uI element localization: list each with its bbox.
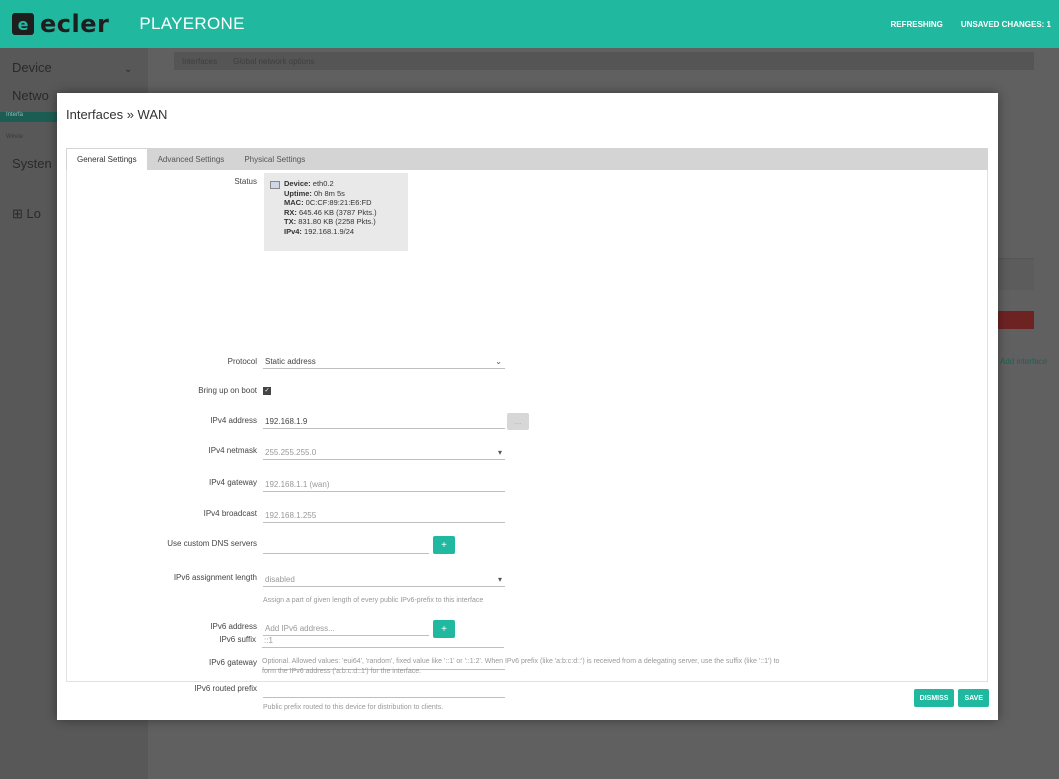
chevron-down-icon: ▾ (497, 448, 502, 457)
ethernet-port-icon (270, 181, 280, 189)
bg-panel (998, 258, 1034, 290)
ipv6-assign-value: disabled (265, 575, 295, 584)
chevron-down-icon: ⌄ (124, 64, 133, 75)
status-mac-value: 0C:CF:89:21:E6:FD (305, 198, 372, 207)
status-label: Status (234, 177, 257, 186)
ipv6-prefix-hint: Public prefix routed to this device for … (263, 704, 444, 711)
tab-physical-settings[interactable]: Physical Settings (234, 148, 315, 170)
ipv6-assign-select[interactable]: disabled ▾ (263, 573, 505, 587)
dns-input[interactable] (263, 540, 429, 554)
sidebar-item-network[interactable]: Netwo (12, 88, 49, 103)
status-mac-key: MAC: (284, 198, 304, 207)
logo-text: ecler (40, 10, 110, 38)
ipv6-prefix-label: IPv6 routed prefix (194, 684, 257, 693)
status-ipv4-value: 192.168.1.9/24 (304, 226, 355, 236)
interface-modal: Interfaces » WAN General Settings Advanc… (57, 93, 998, 720)
logout-icon: ⊞ (12, 206, 27, 221)
top-status: REFRESHING UNSAVED CHANGES: 1 (890, 20, 1051, 29)
bg-delete-button[interactable] (998, 311, 1034, 329)
modal-title: Interfaces » WAN (66, 107, 168, 122)
status-tx-value: 831.80 KB (2258 Pkts.) (298, 217, 376, 226)
tab-advanced-settings[interactable]: Advanced Settings (148, 148, 235, 170)
unsaved-changes-link[interactable]: UNSAVED CHANGES: 1 (961, 20, 1051, 29)
tab-general-settings[interactable]: General Settings (66, 148, 148, 170)
sidebar-item-device[interactable]: Device (12, 60, 52, 75)
status-details: Device: eth0.2 Uptime: 0h 8m 5s MAC: 0C:… (284, 179, 377, 236)
ipv4-address-input[interactable]: 192.168.1.9 (263, 415, 505, 429)
ipv6-suffix-input[interactable]: ::1 (262, 634, 504, 648)
refreshing-indicator[interactable]: REFRESHING (890, 20, 942, 29)
product-name: PLAYERONE (139, 14, 245, 33)
modal-footer: DISMISS SAVE (913, 689, 989, 707)
protocol-value: Static address (265, 357, 316, 366)
protocol-select[interactable]: Static address ⌄ (263, 355, 505, 369)
protocol-label: Protocol (227, 357, 257, 366)
ipv6-assign-hint: Assign a part of given length of every p… (263, 597, 484, 604)
status-ipv4-key: IPv4: (284, 226, 302, 236)
boot-label: Bring up on boot (198, 386, 257, 395)
modal-tabs: General Settings Advanced Settings Physi… (66, 148, 988, 170)
ipv6-suffix-hint-2: form the IPv6 address ('a:b:c:d::1') for… (262, 668, 422, 675)
bg-tab-global[interactable]: Global network options (233, 57, 314, 66)
ipv4-netmask-label: IPv4 netmask (208, 446, 257, 455)
status-rx-value: 645.46 KB (3787 Pkts.) (299, 207, 377, 217)
add-dns-button[interactable]: + (433, 536, 455, 554)
logo-mark-icon: e (12, 13, 34, 35)
ipv4-netmask-value: 255.255.255.0 (265, 448, 317, 457)
general-settings-panel: Status Device: eth0.2 Uptime: 0h 8m 5s M… (66, 170, 988, 711)
status-box: Device: eth0.2 Uptime: 0h 8m 5s MAC: 0C:… (264, 173, 408, 251)
ipv4-gateway-label: IPv4 gateway (208, 478, 257, 487)
status-uptime-value: 0h 8m 5s (314, 188, 345, 198)
status-tx-key: TX: (284, 217, 297, 226)
ipv6-prefix-input[interactable] (263, 684, 505, 698)
status-rx-key: RX: (284, 207, 297, 217)
bg-add-interface-link[interactable]: Add interface (1000, 357, 1047, 366)
status-uptime-key: Uptime: (284, 188, 312, 198)
ipv4-gateway-input[interactable]: 192.168.1.1 (wan) (263, 478, 505, 492)
save-button[interactable]: SAVE (958, 689, 989, 707)
ipv6-suffix-label: IPv6 suffix (219, 635, 256, 644)
chevron-down-icon: ▾ (497, 575, 502, 584)
ecler-logo[interactable]: e ecler (12, 10, 109, 38)
chevron-down-icon: ⌄ (495, 357, 502, 366)
ipv6-gateway-label: IPv6 gateway (208, 658, 257, 667)
sidebar-item-system[interactable]: Systen (12, 156, 52, 171)
boot-checkbox[interactable]: ✓ (263, 387, 271, 395)
bg-tab-interfaces[interactable]: Interfaces (182, 57, 217, 66)
ipv4-address-label: IPv4 address (210, 416, 257, 425)
dismiss-button[interactable]: DISMISS (913, 689, 955, 707)
sidebar-item-logout[interactable]: ⊞ Lo (12, 206, 41, 222)
logout-label: Lo (26, 206, 41, 221)
ipv4-netmask-select[interactable]: 255.255.255.0 ▾ (263, 446, 505, 460)
ipv6-assign-label: IPv6 assignment length (173, 573, 257, 582)
ipv4-broadcast-input[interactable]: 192.168.1.255 (263, 509, 505, 523)
ipv6-address-label: IPv6 address (210, 622, 257, 631)
ipv6-suffix-hint-1: Optional. Allowed values: 'eui64', 'rand… (262, 658, 780, 665)
ipv4-broadcast-label: IPv4 broadcast (203, 509, 257, 518)
dns-label: Use custom DNS servers (167, 539, 257, 548)
status-device-value: eth0.2 (312, 179, 334, 188)
ipv4-address-more-button[interactable]: ... (507, 413, 529, 430)
top-bar: e ecler PLAYERONE REFRESHING UNSAVED CHA… (0, 0, 1059, 48)
status-device-key: Device: (284, 179, 311, 188)
background-tabs: Interfaces Global network options (174, 52, 1034, 70)
